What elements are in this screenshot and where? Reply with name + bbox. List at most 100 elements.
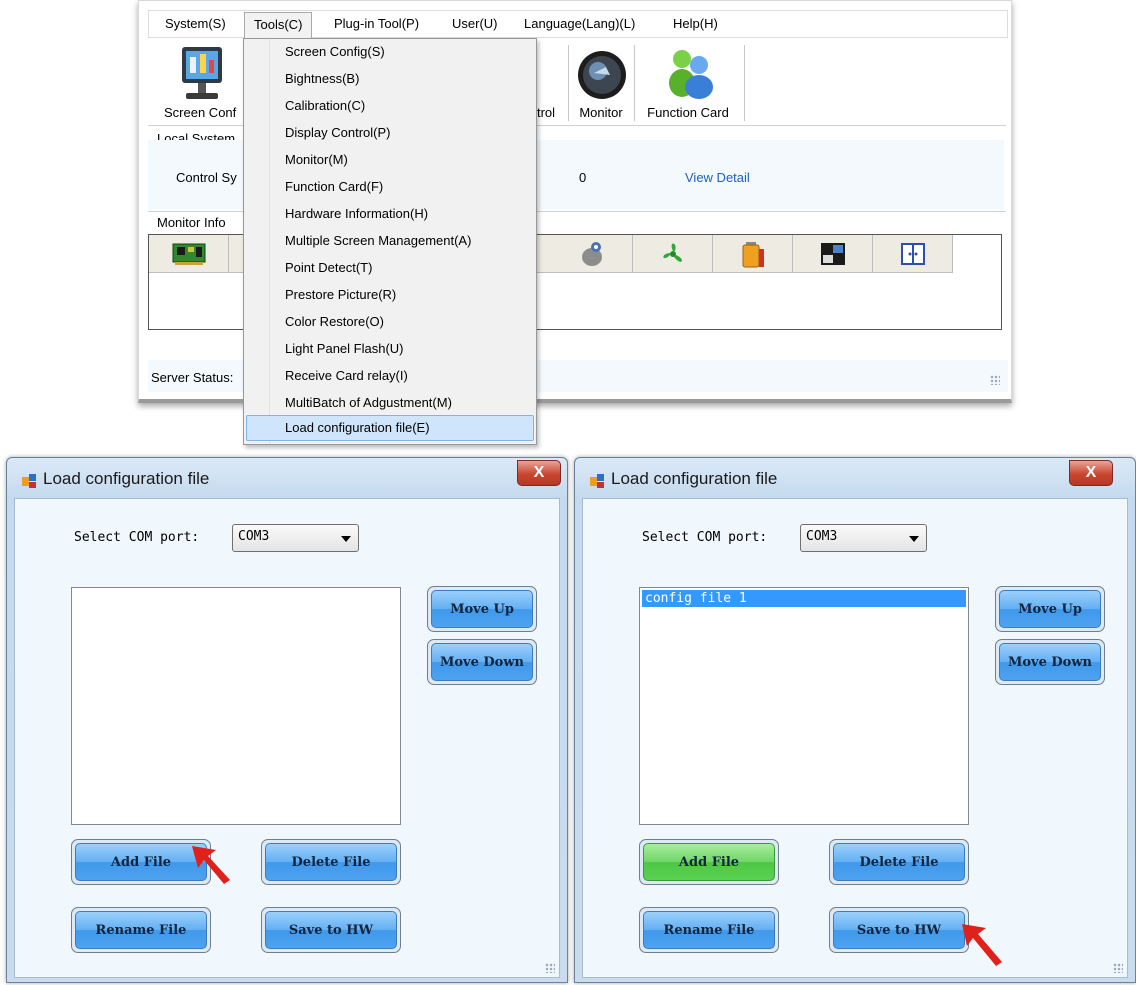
com-port-label: Select COM port: (74, 530, 200, 545)
menu-item-multiple-screen[interactable]: Multiple Screen Management(A) (285, 230, 471, 252)
menu-item-receive-card-relay[interactable]: Receive Card relay(I) (285, 365, 408, 387)
menu-user[interactable]: User(U) (452, 16, 498, 31)
screen-config-label: Screen Conf (164, 105, 237, 120)
config-file-list[interactable]: config file 1 (639, 587, 969, 825)
menu-item-monitor[interactable]: Monitor(M) (285, 149, 348, 171)
delete-file-label: Delete File (833, 843, 965, 881)
users-icon (669, 50, 713, 99)
monitor-button[interactable]: Monitor (570, 43, 632, 123)
monitor-info-label: Monitor Info (157, 215, 226, 230)
monitor-label: Monitor (579, 105, 623, 120)
menu-language[interactable]: Language(Lang)(L) (524, 16, 635, 31)
view-detail-link[interactable]: View Detail (685, 170, 750, 185)
battery-icon (742, 242, 764, 268)
monitor-camera-icon (578, 51, 626, 99)
menu-item-screen-config[interactable]: Screen Config(S) (285, 41, 385, 63)
menu-item-calibration[interactable]: Calibration(C) (285, 95, 365, 117)
save-to-hw-button[interactable]: Save to HW (829, 907, 969, 953)
save-to-hw-button[interactable]: Save to HW (261, 907, 401, 953)
fan-icon (662, 243, 682, 262)
move-down-button[interactable]: Move Down (427, 639, 537, 685)
toolbar-separator (634, 45, 635, 121)
server-status-label: Server Status: (151, 370, 234, 385)
control-system-label: Control Sy (176, 170, 237, 185)
resize-grip[interactable] (990, 375, 1000, 385)
menu-system[interactable]: System(S) (165, 16, 226, 31)
delete-file-button[interactable]: Delete File (261, 839, 401, 885)
com-port-label: Select COM port: (642, 530, 768, 545)
dialog-title: Load configuration file (43, 469, 210, 488)
monitor-cell[interactable] (633, 235, 713, 273)
save-to-hw-label: Save to HW (265, 911, 397, 949)
red-pointer-arrow-icon (962, 924, 1002, 966)
com-port-select[interactable]: COM3 (800, 524, 927, 552)
resize-grip[interactable] (545, 963, 555, 973)
menu-tools[interactable]: Tools(C) (244, 12, 313, 39)
move-down-label: Move Down (999, 643, 1101, 681)
move-up-label: Move Up (999, 590, 1101, 628)
move-up-button[interactable]: Move Up (427, 586, 537, 632)
com-port-select[interactable]: COM3 (232, 524, 359, 552)
load-config-dialog-right: Load configuration file X Select COM por… (574, 457, 1136, 983)
menu-item-light-panel-flash[interactable]: Light Panel Flash(U) (285, 338, 404, 360)
app-icon (22, 474, 36, 488)
function-card-button[interactable]: Function Card (636, 43, 740, 123)
dialog-client-area: Select COM port: COM3 Move Up Move Down … (14, 498, 560, 978)
app-icon (590, 474, 604, 488)
save-to-hw-label: Save to HW (833, 911, 965, 949)
chevron-down-icon (909, 536, 919, 542)
menu-item-color-restore[interactable]: Color Restore(O) (285, 311, 384, 333)
toolbar-separator (744, 45, 745, 121)
tools-menu-dropdown: Screen Config(S) Bightness(B) Calibratio… (243, 38, 537, 445)
config-file-list[interactable] (71, 587, 401, 825)
red-pointer-arrow-icon (192, 846, 230, 884)
move-up-button[interactable]: Move Up (995, 586, 1105, 632)
add-file-button[interactable]: Add File (639, 839, 779, 885)
com-port-value: COM3 (806, 529, 838, 544)
resize-grip[interactable] (1113, 963, 1123, 973)
close-button[interactable]: X (1069, 460, 1113, 486)
menu-item-hardware-information[interactable]: Hardware Information(H) (285, 203, 428, 225)
monitor-cell[interactable] (793, 235, 873, 273)
rename-file-button[interactable]: Rename File (639, 907, 779, 953)
monitor-cell[interactable] (713, 235, 793, 273)
menu-plugin-tool[interactable]: Plug-in Tool(P) (334, 16, 419, 31)
menu-item-multibatch[interactable]: MultiBatch of Adgustment(M) (285, 392, 452, 414)
chevron-down-icon (341, 536, 351, 542)
menu-item-function-card[interactable]: Function Card(F) (285, 176, 383, 198)
add-file-label: Add File (643, 843, 775, 881)
monitor-cell[interactable] (553, 235, 633, 273)
menu-item-load-configuration-file[interactable]: Load configuration file(E) (285, 417, 430, 439)
rename-file-label: Rename File (75, 911, 207, 949)
display-quadrant-icon (820, 243, 845, 265)
door-icon (900, 243, 925, 265)
delete-file-button[interactable]: Delete File (829, 839, 969, 885)
menu-item-brightness[interactable]: Bightness(B) (285, 68, 359, 90)
menu-icon-strip (244, 39, 270, 444)
menu-bar: System(S) Tools(C) Plug-in Tool(P) User(… (148, 10, 1008, 39)
screen-config-icon (182, 47, 222, 99)
rename-file-button[interactable]: Rename File (71, 907, 211, 953)
toolbar-separator (568, 45, 569, 121)
menu-item-prestore-picture[interactable]: Prestore Picture(R) (285, 284, 396, 306)
monitor-cell[interactable] (873, 235, 953, 273)
hand-key-icon (581, 242, 602, 266)
monitor-cell[interactable] (149, 235, 229, 273)
list-item-selected[interactable]: config file 1 (642, 590, 966, 607)
dialog-title: Load configuration file (611, 469, 778, 488)
move-up-label: Move Up (431, 590, 533, 628)
menu-item-display-control[interactable]: Display Control(P) (285, 122, 390, 144)
control-system-value: 0 (579, 170, 587, 185)
close-button[interactable]: X (517, 460, 561, 486)
move-down-label: Move Down (431, 643, 533, 681)
move-down-button[interactable]: Move Down (995, 639, 1105, 685)
rename-file-label: Rename File (643, 911, 775, 949)
menu-help[interactable]: Help(H) (673, 16, 718, 31)
delete-file-label: Delete File (265, 843, 397, 881)
circuit-board-icon (172, 243, 205, 265)
screen-config-button[interactable]: Screen Conf (152, 43, 244, 123)
dialog-client-area: Select COM port: COM3 config file 1 Move… (582, 498, 1128, 978)
menu-item-point-detect[interactable]: Point Detect(T) (285, 257, 372, 279)
com-port-value: COM3 (238, 529, 270, 544)
function-card-label: Function Card (647, 105, 729, 120)
